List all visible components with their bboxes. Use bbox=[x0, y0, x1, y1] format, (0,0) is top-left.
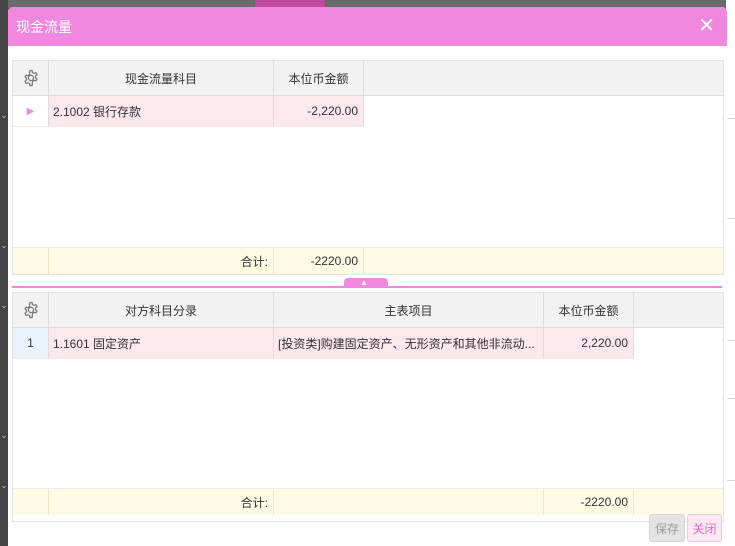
column-header-amount[interactable]: 本位币金额 bbox=[274, 61, 364, 95]
row-marker: ▶ bbox=[13, 96, 49, 127]
grid-header: 对方科目分录 主表项目 本位币金额 bbox=[13, 293, 723, 328]
cash-flow-dialog: 现金流量 ✕ 现金流量科目 本位币金额 ▶ 2.1002 银行存款 -2,220… bbox=[8, 7, 727, 546]
close-button[interactable]: 关闭 bbox=[687, 514, 722, 542]
gear-icon bbox=[23, 301, 38, 319]
grid-header: 现金流量科目 本位币金额 bbox=[13, 61, 723, 96]
grid-footer: 合计: -2220.00 bbox=[13, 488, 723, 515]
cell-main-item[interactable]: [投资类]购建固定资产、无形资产和其他非流动... bbox=[274, 328, 544, 359]
cash-flow-subject-grid: 现金流量科目 本位币金额 ▶ 2.1002 银行存款 -2,220.00 合计:… bbox=[12, 60, 724, 275]
background-app-right bbox=[726, 0, 735, 546]
row-index: 1 bbox=[13, 328, 49, 359]
column-header-counter-subject[interactable]: 对方科目分录 bbox=[49, 293, 274, 327]
counter-entry-grid: 对方科目分录 主表项目 本位币金额 1 1.1601 固定资产 [投资类]购建固… bbox=[12, 292, 724, 522]
footer-total-label: 合计: bbox=[49, 489, 274, 515]
chevron-icon: ⌄ bbox=[0, 110, 8, 120]
chevron-icon: ⌄ bbox=[0, 430, 8, 440]
save-button[interactable]: 保存 bbox=[649, 514, 685, 542]
column-settings-button[interactable] bbox=[13, 61, 49, 95]
footer-total-label: 合计: bbox=[49, 248, 274, 274]
close-icon[interactable]: ✕ bbox=[698, 14, 715, 38]
background-app-left: ⌄ ⌄ ⌄ ⌄ ⌄ bbox=[0, 0, 8, 546]
splitter-bar[interactable] bbox=[12, 286, 722, 288]
footer-total-amount: -2220.00 bbox=[274, 248, 364, 274]
dialog-titlebar: 现金流量 ✕ bbox=[8, 7, 727, 46]
column-header-main-item[interactable]: 主表项目 bbox=[274, 293, 544, 327]
cell-amount[interactable]: 2,220.00 bbox=[544, 328, 634, 359]
chevron-icon: ⌄ bbox=[0, 300, 8, 310]
cell-amount[interactable]: -2,220.00 bbox=[274, 96, 364, 127]
gear-icon bbox=[23, 69, 38, 87]
cell-subject[interactable]: 2.1002 银行存款 bbox=[49, 96, 274, 127]
footer-total-amount: -2220.00 bbox=[544, 489, 634, 515]
chevron-icon: ⌄ bbox=[0, 480, 8, 490]
grid-footer: 合计: -2220.00 bbox=[13, 247, 723, 274]
cell-subject[interactable]: 1.1601 固定资产 bbox=[49, 328, 274, 359]
column-settings-button[interactable] bbox=[13, 293, 49, 327]
dialog-title: 现金流量 bbox=[16, 19, 72, 35]
column-header-amount[interactable]: 本位币金额 bbox=[544, 293, 634, 327]
column-header-cash-flow-subject[interactable]: 现金流量科目 bbox=[49, 61, 274, 95]
chevron-icon: ⌄ bbox=[0, 240, 8, 250]
